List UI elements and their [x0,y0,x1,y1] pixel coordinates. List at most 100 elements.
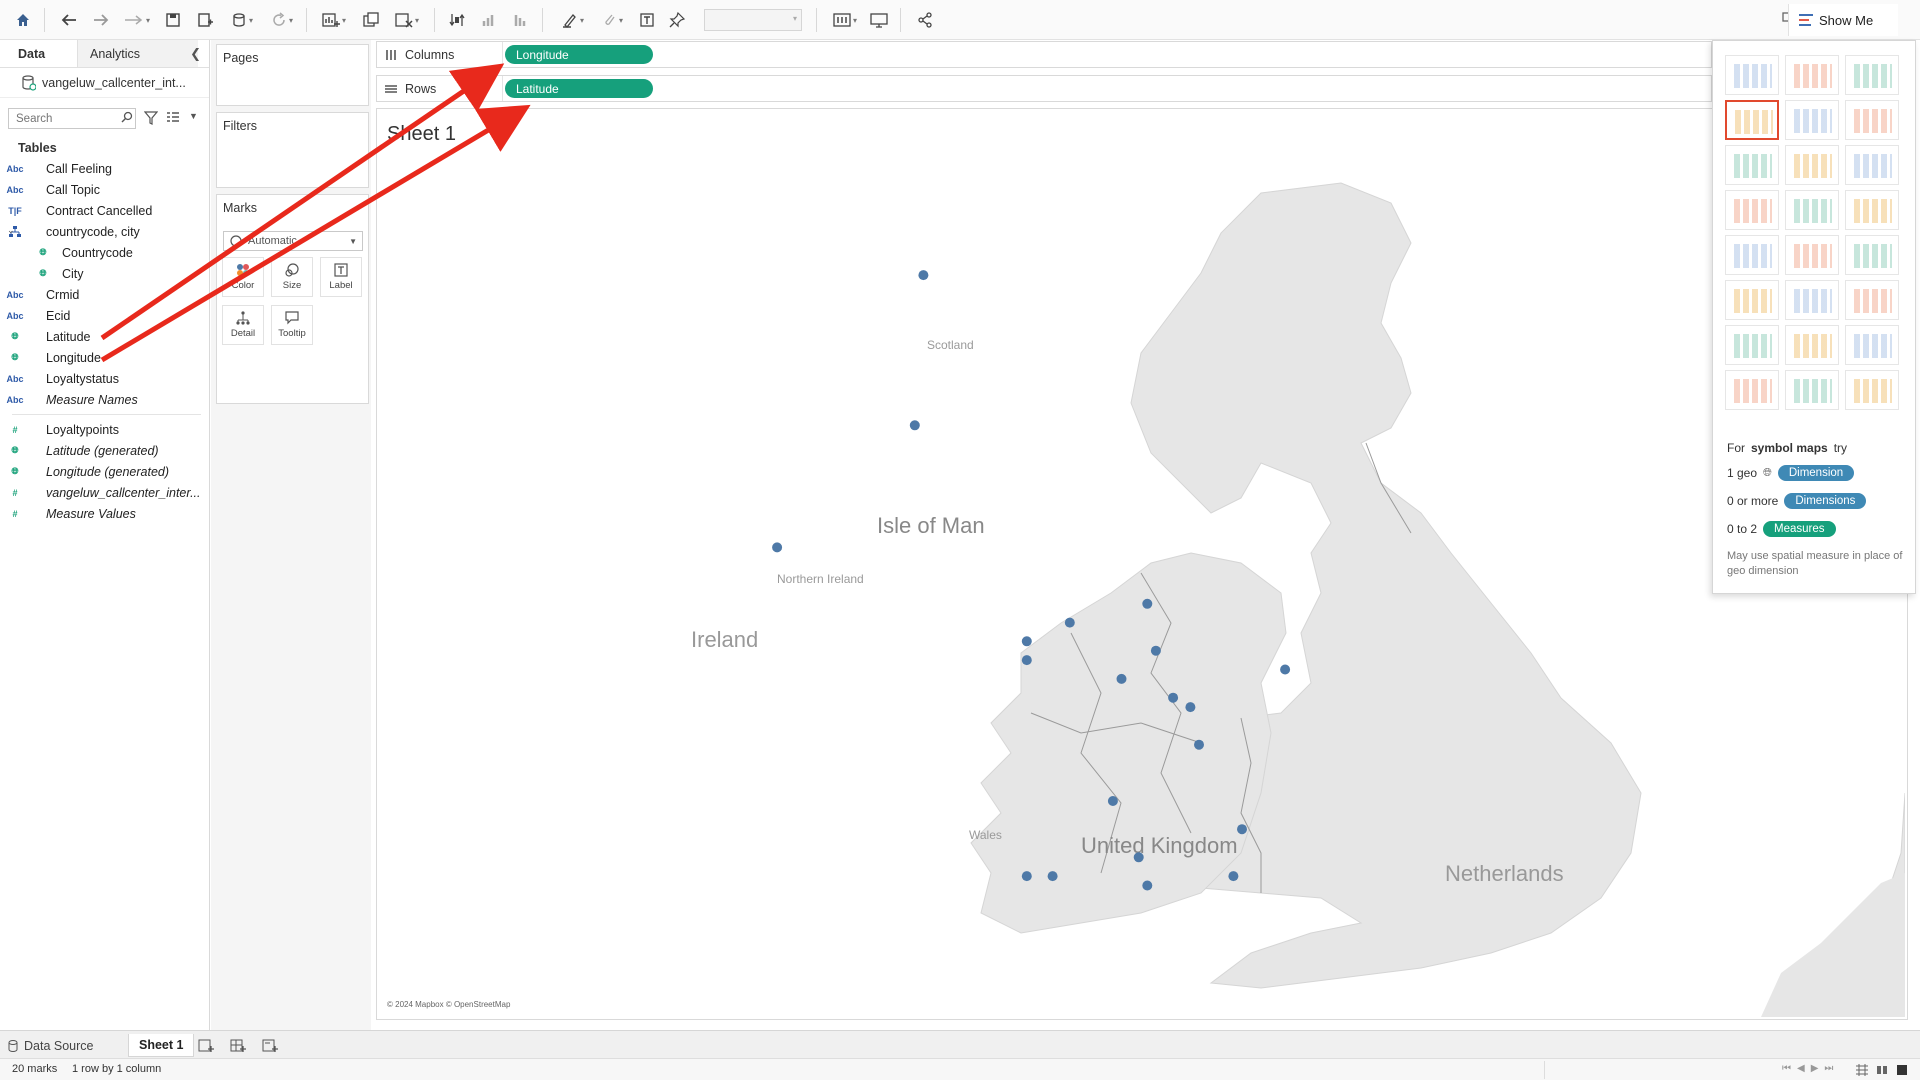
filters-card[interactable]: Filters [216,112,369,188]
field-countrycode[interactable]: 🌐︎ Countrycode [0,242,209,263]
field-city[interactable]: 🌐︎ City [0,263,209,284]
map-mark-point[interactable] [1133,852,1144,863]
filmstrip-view-icon[interactable] [1876,1064,1888,1079]
chart-type-thumbnail[interactable] [1725,190,1779,230]
chart-type-thumbnail[interactable] [1785,370,1839,410]
redo-icon[interactable] [90,7,112,33]
color-button[interactable]: Color [222,257,264,297]
sort-descending-icon[interactable] [510,7,532,33]
chart-type-thumbnail[interactable] [1725,235,1779,275]
grid-view-icon[interactable] [1856,1064,1868,1079]
field-measure-names[interactable]: Abc Measure Names [0,389,209,410]
home-icon[interactable] [12,7,34,33]
chart-type-thumbnail[interactable] [1725,325,1779,365]
group-members-icon[interactable]: ▾ [596,7,628,33]
map-mark-point[interactable] [909,420,920,431]
field-call-topic[interactable]: Abc Call Topic [0,179,209,200]
chart-type-thumbnail[interactable] [1785,190,1839,230]
field-crmid[interactable]: Abc Crmid [0,284,209,305]
chevron-down-icon[interactable]: ⌄ [7,225,15,236]
datasource-refresh-icon[interactable]: ▾ [226,7,258,33]
share-icon[interactable] [914,7,936,33]
save-icon[interactable] [162,7,184,33]
search-icon[interactable] [121,111,133,123]
fit-dropdown[interactable]: ▾ [704,9,802,31]
chart-type-thumbnail[interactable] [1725,370,1779,410]
chart-type-thumbnail[interactable] [1785,280,1839,320]
duplicate-sheet-icon[interactable] [360,7,382,33]
tab-analytics[interactable]: Analytics [78,40,198,67]
field-loyaltystatus[interactable]: Abc Loyaltystatus [0,368,209,389]
map-mark-point[interactable] [1142,598,1153,609]
tab-data[interactable]: Data [0,40,78,67]
label-button[interactable]: Label [320,257,362,297]
columns-shelf[interactable]: Columns Longitude [376,41,1712,68]
tab-view-icon[interactable] [1896,1064,1908,1079]
map-mark-point[interactable] [1228,871,1239,882]
map-mark-point[interactable] [918,270,929,281]
map-mark-point[interactable] [1194,739,1204,750]
chart-type-thumbnail[interactable] [1725,145,1779,185]
chart-type-thumbnail[interactable] [1845,145,1899,185]
chart-type-thumbnail[interactable] [1785,235,1839,275]
pin-axes-icon[interactable] [666,7,688,33]
map-mark-point[interactable] [1237,824,1247,835]
field-loyaltypoints[interactable]: # Loyaltypoints [0,419,209,440]
new-datasource-icon[interactable] [194,7,216,33]
new-dashboard-tab-icon[interactable] [230,1034,246,1057]
pages-card[interactable]: Pages [216,44,369,106]
latitude-pill[interactable]: Latitude [505,79,653,98]
map-mark-point[interactable] [1107,796,1118,806]
chart-type-thumbnail[interactable] [1845,100,1899,140]
map-mark-point[interactable] [1185,702,1196,713]
field-longitude[interactable]: 🌐︎ Longitude [0,347,209,368]
show-me-button[interactable]: Show Me [1788,4,1898,36]
chart-type-thumbnail[interactable] [1845,235,1899,275]
chart-type-thumbnail[interactable] [1785,100,1839,140]
new-worksheet-tab-icon[interactable] [198,1034,214,1057]
map-mark-point[interactable] [1142,880,1153,891]
sheet-title[interactable]: Sheet 1 [387,123,456,146]
size-button[interactable]: Size [271,257,313,297]
new-story-tab-icon[interactable] [262,1034,278,1057]
detail-button[interactable]: Detail [222,305,264,345]
rows-shelf[interactable]: Rows Latitude [376,75,1712,102]
field-hierarchy-countrycode-city[interactable]: ⌄ countrycode, city [0,221,209,242]
field-latitude-generated[interactable]: 🌐︎ Latitude (generated) [0,440,209,461]
chart-type-thumbnail[interactable] [1845,325,1899,365]
field-record-count[interactable]: # vangeluw_callcenter_inter... [0,482,209,503]
chart-type-thumbnail[interactable] [1845,280,1899,320]
chart-type-thumbnail[interactable] [1785,55,1839,95]
map-mark-point[interactable] [1021,871,1032,882]
tooltip-button[interactable]: Tooltip [271,305,313,345]
chart-type-thumbnail[interactable] [1725,100,1779,140]
chart-type-thumbnail[interactable] [1725,280,1779,320]
field-ecid[interactable]: Abc Ecid [0,305,209,326]
collapse-pane-icon[interactable]: ❮ [190,46,201,62]
map-mark-point[interactable] [1168,692,1179,703]
mark-type-dropdown[interactable]: Automatic ▼ [223,231,363,251]
chart-type-thumbnail[interactable] [1785,145,1839,185]
sheet-navigation-icon[interactable]: ⏮◀▶⏭ [1782,1063,1839,1074]
sheet-1-tab[interactable]: Sheet 1 [128,1034,195,1057]
show-labels-icon[interactable] [636,7,658,33]
filter-icon[interactable] [144,111,158,125]
map-mark-point[interactable] [1280,664,1291,675]
map-mark-point[interactable] [1116,673,1127,684]
field-longitude-generated[interactable]: 🌐︎ Longitude (generated) [0,461,209,482]
chart-type-thumbnail[interactable] [1845,190,1899,230]
map-mark-point[interactable] [1021,655,1032,666]
map-mark-point[interactable] [1047,871,1058,882]
view-dropdown-icon[interactable]: ▼ [189,111,198,121]
chart-type-thumbnail[interactable] [1725,55,1779,95]
presentation-redo-icon[interactable]: ▾ [120,7,154,33]
field-latitude[interactable]: 🌐︎ Latitude [0,326,209,347]
map-mark-point[interactable] [1021,636,1032,647]
map-mark-point[interactable] [1064,617,1075,628]
longitude-pill[interactable]: Longitude [505,45,653,64]
highlight-icon[interactable]: ▾ [556,7,590,33]
map-mark-point[interactable] [1150,645,1161,656]
search-input[interactable] [8,108,136,129]
chart-type-thumbnail[interactable] [1845,55,1899,95]
chart-type-thumbnail[interactable] [1845,370,1899,410]
